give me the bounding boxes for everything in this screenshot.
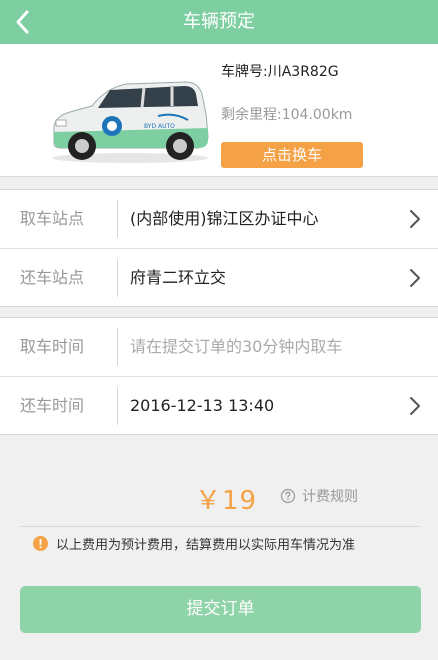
remaining-mileage: 剩余里程:104.00km xyxy=(221,107,353,123)
pickup-time-row: 取车时间 请在提交订单的30分钟内取车 xyxy=(0,318,438,376)
chevron-right-icon xyxy=(410,210,420,228)
vehicle-card: BYD AUTO 车牌号:川A3R82G 剩余里程:104.00km 点击换车 xyxy=(0,44,438,177)
navigation-bar: 车辆预定 xyxy=(0,0,438,44)
return-station-label: 还车站点 xyxy=(20,268,85,287)
return-station-value: 府青二环立交 xyxy=(130,268,227,287)
fee-notice: 以上费用为预计费用，结算费用以实际用车情况为准 xyxy=(33,534,355,553)
change-car-button[interactable]: 点击换车 xyxy=(221,142,363,168)
row-divider xyxy=(117,387,118,425)
fee-notice-text: 以上费用为预计费用，结算费用以实际用车情况为准 xyxy=(56,538,356,553)
chevron-left-icon xyxy=(16,10,29,34)
chevron-right-icon xyxy=(410,269,420,287)
pricing-rules-label: 计费规则 xyxy=(302,489,358,505)
pickup-station-label: 取车站点 xyxy=(20,209,85,228)
row-divider xyxy=(117,200,118,238)
pickup-time-label: 取车时间 xyxy=(20,337,85,356)
row-divider xyxy=(117,259,118,297)
info-icon xyxy=(33,536,48,551)
plate-number: 车牌号:川A3R82G xyxy=(221,64,339,80)
page-title: 车辆预定 xyxy=(183,11,255,32)
pricing-rules-link[interactable]: 计费规则 xyxy=(280,486,358,506)
pickup-station-value: (内部使用)锦江区办证中心 xyxy=(130,209,319,228)
question-circle-icon xyxy=(280,488,296,504)
pickup-time-hint: 请在提交订单的30分钟内取车 xyxy=(130,337,343,356)
time-group: 取车时间 请在提交订单的30分钟内取车 还车时间 2016-12-13 13:4… xyxy=(0,317,438,435)
return-time-row[interactable]: 还车时间 2016-12-13 13:40 xyxy=(0,376,438,434)
return-station-row[interactable]: 还车站点 府青二环立交 xyxy=(0,248,438,306)
car-livery-text: BYD AUTO xyxy=(144,123,175,130)
back-button[interactable] xyxy=(0,0,44,44)
price-divider xyxy=(20,526,420,527)
car-image: BYD AUTO xyxy=(52,81,209,163)
return-time-value: 2016-12-13 13:40 xyxy=(130,396,275,415)
station-group: 取车站点 (内部使用)锦江区办证中心 还车站点 府青二环立交 xyxy=(0,189,438,307)
return-time-label: 还车时间 xyxy=(20,396,85,415)
pickup-station-row[interactable]: 取车站点 (内部使用)锦江区办证中心 xyxy=(0,190,438,248)
submit-order-button[interactable]: 提交订单 xyxy=(20,586,421,633)
estimated-price: ￥19 xyxy=(195,486,258,516)
chevron-right-icon xyxy=(410,397,420,415)
row-divider xyxy=(117,328,118,366)
